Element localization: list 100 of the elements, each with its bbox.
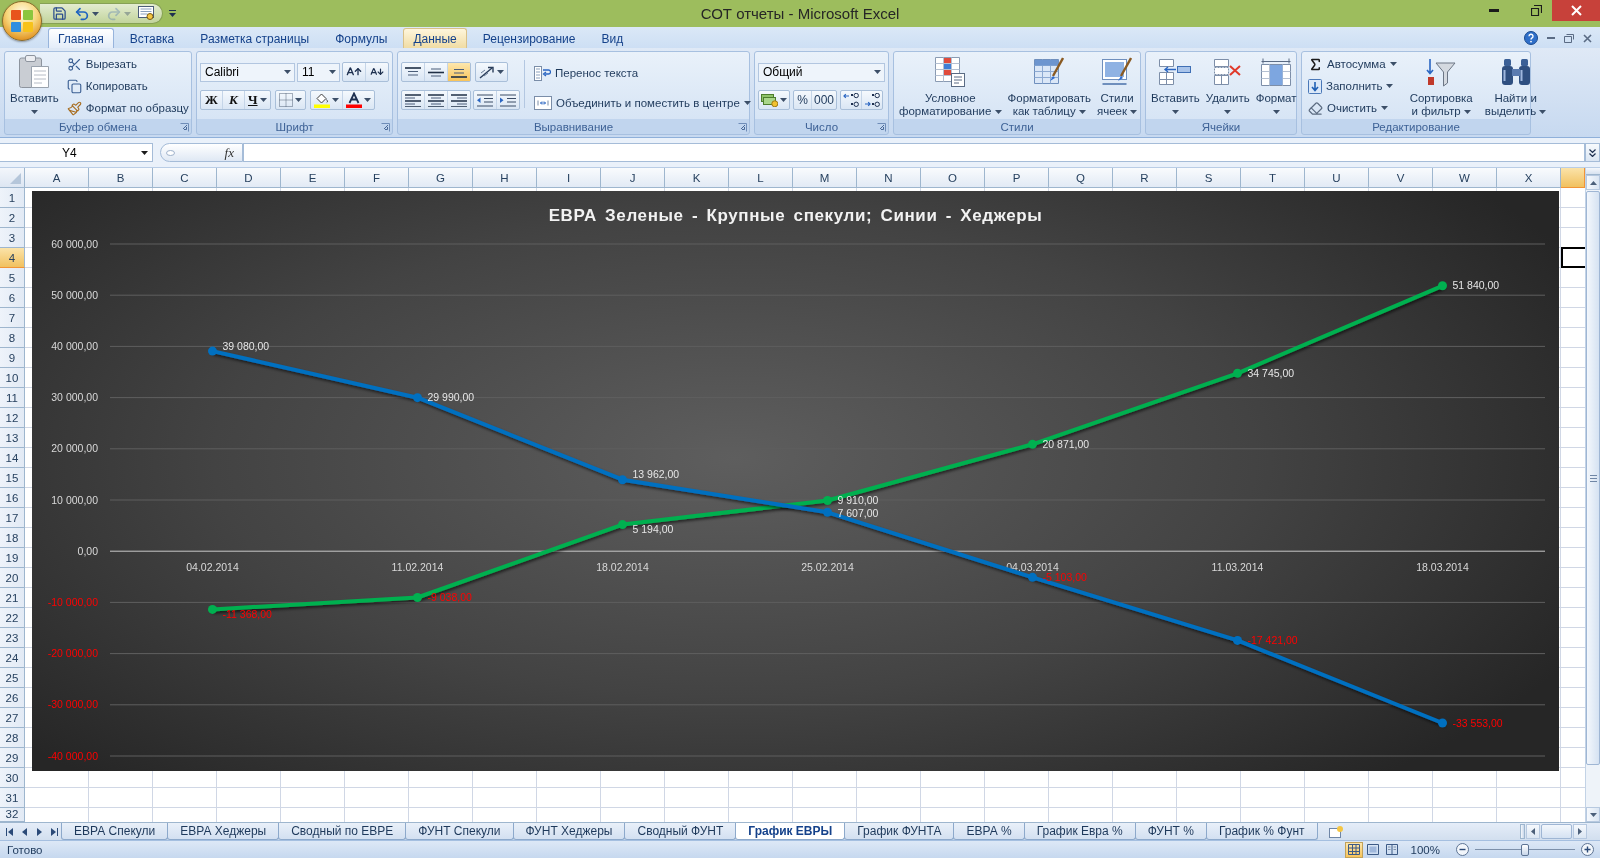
delete-cells-button[interactable]: Удалить xyxy=(1203,52,1252,118)
row-header[interactable]: 16 xyxy=(0,488,25,508)
restore-icon[interactable] xyxy=(1564,33,1574,43)
column-header[interactable]: Q xyxy=(1049,168,1113,188)
find-select-button[interactable]: Найти и выделить xyxy=(1482,52,1549,118)
column-header[interactable]: C xyxy=(153,168,217,188)
dialog-launcher-icon[interactable] xyxy=(877,123,886,132)
sheet-tab[interactable]: ФУНТ Хеджеры xyxy=(512,823,626,840)
format-cells-button[interactable]: Формат xyxy=(1253,52,1299,118)
zoom-slider-thumb[interactable] xyxy=(1521,843,1529,856)
row-header[interactable]: 21 xyxy=(0,588,25,608)
sheet-tab[interactable]: График Евра % xyxy=(1023,823,1136,840)
column-header[interactable]: D xyxy=(217,168,281,188)
conditional-formatting-button[interactable]: Условное форматирование xyxy=(897,52,1004,118)
sheet-tab[interactable]: ЕВРА Спекули xyxy=(61,823,169,840)
row-header[interactable]: 9 xyxy=(0,348,25,368)
normal-view-button[interactable] xyxy=(1344,841,1363,858)
scroll-right-button[interactable] xyxy=(1573,824,1587,839)
column-header[interactable]: K xyxy=(665,168,729,188)
ribbon-tab[interactable]: Вставка xyxy=(119,28,185,48)
ribbon-tab[interactable]: Рецензирование xyxy=(472,28,586,48)
align-right-button[interactable] xyxy=(448,91,470,109)
row-header[interactable]: 1 xyxy=(0,188,25,208)
scrollbar-thumb[interactable] xyxy=(1586,191,1600,765)
print-preview-button[interactable] xyxy=(136,4,156,23)
column-header[interactable]: T xyxy=(1241,168,1305,188)
decrease-decimal-button[interactable] xyxy=(862,91,883,109)
split-handle[interactable] xyxy=(1586,168,1600,175)
close-button[interactable] xyxy=(1552,0,1600,21)
split-handle[interactable] xyxy=(1520,824,1525,839)
dialog-launcher-icon[interactable] xyxy=(180,123,189,132)
font-name-field[interactable]: Calibri xyxy=(200,62,295,82)
column-header[interactable]: A xyxy=(25,168,89,188)
row-header[interactable]: 25 xyxy=(0,668,25,688)
column-header[interactable]: N xyxy=(857,168,921,188)
row-header[interactable]: 11 xyxy=(0,388,25,408)
decrease-indent-button[interactable] xyxy=(474,91,497,109)
column-header[interactable]: V xyxy=(1369,168,1433,188)
font-size-field[interactable]: 11 xyxy=(297,62,340,82)
column-header[interactable]: F xyxy=(345,168,409,188)
row-header[interactable]: 23 xyxy=(0,628,25,648)
scroll-up-button[interactable] xyxy=(1586,175,1600,190)
clear-button[interactable]: Очистить xyxy=(1305,97,1400,119)
insert-cells-button[interactable]: Вставить xyxy=(1149,52,1202,118)
column-header[interactable]: S xyxy=(1177,168,1241,188)
sheet-tab[interactable]: ФУНТ Спекули xyxy=(405,823,514,840)
row-header[interactable]: 26 xyxy=(0,688,25,708)
column-header[interactable]: W xyxy=(1433,168,1497,188)
column-header[interactable]: I xyxy=(537,168,601,188)
fill-button[interactable]: Заполнить xyxy=(1305,75,1400,97)
row-header[interactable]: 19 xyxy=(0,548,25,568)
insert-function-button[interactable]: fx xyxy=(222,145,236,160)
column-header[interactable]: E xyxy=(281,168,345,188)
help-icon[interactable] xyxy=(1524,31,1538,45)
column-header[interactable]: M xyxy=(793,168,857,188)
sheet-tab[interactable]: График % Фунт xyxy=(1205,823,1318,840)
column-header[interactable]: R xyxy=(1113,168,1177,188)
column-header[interactable]: G xyxy=(409,168,473,188)
wrap-text-button[interactable]: Перенос текста xyxy=(531,62,754,84)
row-header[interactable]: 8 xyxy=(0,328,25,348)
ribbon-tab[interactable]: Формулы xyxy=(325,28,398,48)
row-header[interactable]: 22 xyxy=(0,608,25,628)
row-header[interactable]: 27 xyxy=(0,708,25,728)
row-header[interactable]: 29 xyxy=(0,748,25,768)
save-button[interactable] xyxy=(50,4,69,23)
borders-button[interactable] xyxy=(274,90,306,110)
align-center-button[interactable] xyxy=(425,91,448,109)
sort-filter-button[interactable]: Сортировка и фильтр xyxy=(1407,52,1475,118)
sheet-tab[interactable]: ФУНТ % xyxy=(1134,823,1207,840)
expand-formula-button[interactable] xyxy=(1585,143,1600,162)
row-header[interactable]: 32 xyxy=(0,808,25,822)
sheet-tab[interactable]: Сводный ФУНТ xyxy=(624,823,737,840)
row-header[interactable]: 18 xyxy=(0,528,25,548)
zoom-in-button[interactable] xyxy=(1581,843,1594,856)
row-header[interactable]: 6 xyxy=(0,288,25,308)
name-box[interactable]: Y4 xyxy=(0,143,153,162)
row-header[interactable]: 10 xyxy=(0,368,25,388)
ribbon-tab[interactable]: Разметка страницы xyxy=(190,28,320,48)
row-header[interactable]: 15 xyxy=(0,468,25,488)
sheet-tab[interactable]: ЕВРА % xyxy=(953,823,1025,840)
italic-button[interactable]: К xyxy=(223,91,245,109)
increase-decimal-button[interactable] xyxy=(841,91,863,109)
row-header[interactable]: 30 xyxy=(0,768,25,788)
column-header[interactable]: X xyxy=(1497,168,1561,188)
row-header[interactable]: 7 xyxy=(0,308,25,328)
autosum-button[interactable]: Автосумма xyxy=(1305,53,1400,75)
sheet-tab[interactable]: График ФУНТА xyxy=(844,823,955,840)
sheet-tab[interactable]: График ЕВРЫ xyxy=(735,823,846,840)
align-left-button[interactable] xyxy=(402,91,425,109)
row-header[interactable]: 3 xyxy=(0,228,25,248)
formula-input[interactable] xyxy=(243,143,1585,162)
sheet-tab[interactable]: ЕВРА Хеджеры xyxy=(167,823,280,840)
column-header[interactable]: J xyxy=(601,168,665,188)
row-header[interactable]: 13 xyxy=(0,428,25,448)
align-top-button[interactable] xyxy=(402,63,425,81)
ribbon-tab[interactable]: Вид xyxy=(591,28,634,48)
row-header[interactable]: 4 xyxy=(0,248,25,268)
column-header[interactable]: U xyxy=(1305,168,1369,188)
row-header[interactable]: 24 xyxy=(0,648,25,668)
column-header[interactable]: L xyxy=(729,168,793,188)
